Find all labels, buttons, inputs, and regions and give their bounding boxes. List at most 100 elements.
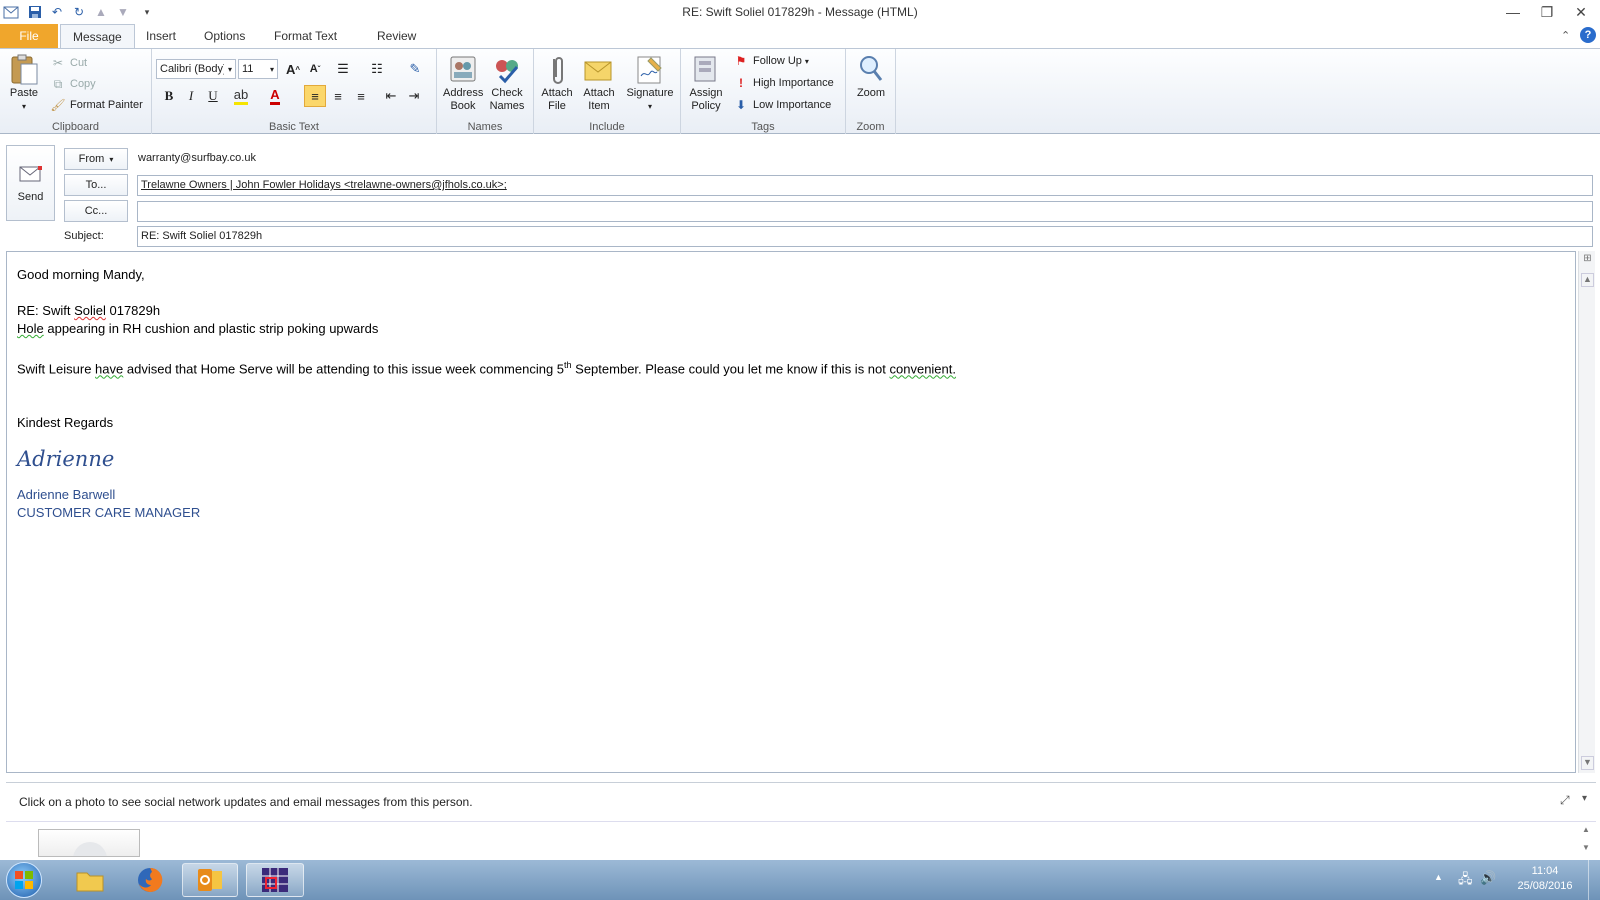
shrink-font-icon[interactable]: Aˇ [304,58,326,80]
copy-label: Copy [70,78,96,90]
paintbrush-icon: 🖌 [50,98,66,112]
address-book-button[interactable]: Address Book [441,53,485,113]
to-field[interactable]: Trelawne Owners | John Fowler Holidays <… [137,175,1593,196]
bullets-icon[interactable]: ☰ [332,58,354,80]
network-icon[interactable]: 🖧 [1458,870,1473,892]
cc-field[interactable] [137,201,1593,222]
copy-icon: ⧉ [53,76,63,91]
outlook-taskbar-button[interactable] [182,863,238,897]
bold-button[interactable]: B [158,85,180,107]
attach-file-button[interactable]: Attach File [536,53,578,113]
ruler-toggle-icon[interactable]: ⊞ [1581,253,1594,266]
restore-button[interactable]: ❐ [1532,2,1562,22]
numbering-icon[interactable]: ☷ [366,58,388,80]
format-painter-button[interactable]: 🖌 Format Painter [50,95,142,115]
help-icon[interactable]: ? [1580,27,1596,43]
tab-format-text[interactable]: Format Text [262,24,349,48]
font-color-icon[interactable]: A [264,85,286,107]
tab-options[interactable]: Options [192,24,257,48]
issue-line: Hole appearing in RH cushion and plastic… [17,321,379,336]
clipboard-group: Paste ▾ ✂ Cut ⧉ Copy 🖌 Format Painter Clipb… [0,49,152,135]
scroll-down-icon[interactable]: ▼ [1581,756,1594,770]
paste-button[interactable]: Paste ▾ [6,53,42,113]
assign-policy-label: Assign Policy [689,87,723,112]
basic-text-group-label: Basic Text [269,121,319,133]
grow-font-icon[interactable]: A ^ [282,58,304,80]
show-hidden-icons[interactable]: ▲ [1434,872,1443,882]
start-button[interactable] [6,862,42,898]
subject-field[interactable]: RE: Swift Soliel 017829h [137,226,1593,247]
attach-item-label: Attach Item [583,87,615,112]
low-importance-label: Low Importance [753,99,832,111]
align-left-icon[interactable]: ≡ [304,85,326,107]
expand-pane-icon[interactable]: ⤢ [1560,793,1570,808]
signature-button[interactable]: Signature ▾ [622,53,678,113]
cut-button[interactable]: ✂ Cut [50,53,87,73]
names-group-label: Names [467,121,503,133]
explorer-taskbar-button[interactable] [62,863,118,897]
flag-icon: ⚑ [735,54,747,68]
to-button[interactable]: To... [64,174,128,196]
tab-message[interactable]: Message [60,24,135,49]
low-importance-button[interactable]: ⬇ Low Importance [733,95,831,115]
underline-button[interactable]: U [202,85,224,107]
clock-time: 11:04 [1531,865,1559,877]
contact-photo[interactable] [38,829,140,857]
high-importance-label: High Importance [753,77,834,89]
font-size-value: 11 [242,63,254,75]
tags-group: Assign Policy ⚑ Follow Up ▾ ! High Importan… [681,49,846,135]
clock[interactable]: 11:04 25/08/2016 [1510,864,1580,894]
clear-formatting-icon[interactable]: ✎ [404,58,426,80]
paste-icon [8,53,40,85]
firefox-taskbar-button[interactable] [122,863,178,897]
volume-icon[interactable]: 🔊 [1480,870,1496,886]
to-recipient: Trelawne Owners | John Fowler Holidays <… [141,179,507,191]
signature-icon [634,53,666,85]
assign-policy-button[interactable]: Assign Policy [685,53,727,113]
high-importance-button[interactable]: ! High Importance [733,73,834,93]
app-taskbar-button[interactable] [246,863,304,897]
font-size-select[interactable]: 11 ▾ [238,59,278,79]
collapse-pane-icon[interactable]: ▾ [1582,793,1587,804]
italic-button[interactable]: I [180,85,202,107]
check-names-button[interactable]: Check Names [485,53,529,113]
tags-group-label: Tags [751,121,775,133]
attach-item-button[interactable]: Attach Item [578,53,620,113]
close-button[interactable]: ✕ [1566,2,1596,22]
scroll-up-icon[interactable]: ▲ [1581,273,1594,287]
pane-scroll-down-icon[interactable]: ▼ [1582,843,1590,852]
check-names-label: Check Names [489,87,525,112]
from-button[interactable]: From ▾ [64,148,128,170]
re-line: RE: Swift Soliel 017829h [17,303,161,318]
align-right-icon[interactable]: ≡ [350,85,372,107]
ribbon-tabs: File Message Insert Options Format Text … [0,24,1600,49]
down-arrow-icon: ⬇ [735,98,747,112]
cut-label: Cut [70,57,88,69]
decrease-indent-icon[interactable]: ⇤ [380,85,402,107]
font-name-select[interactable]: Calibri (Body) ▾ [156,59,236,79]
signature-name: Adrienne Barwell [17,487,116,503]
check-names-icon [491,53,523,85]
body-scrollbar[interactable]: ⊞ ▲ ▼ [1578,251,1595,773]
tab-review[interactable]: Review [365,24,428,48]
tab-file[interactable]: File [0,24,58,48]
tab-insert[interactable]: Insert [134,24,188,48]
signature-title: CUSTOMER CARE MANAGER [17,505,201,521]
message-body-text[interactable]: Good morning Mandy, RE: Swift Soliel 017… [17,266,1517,522]
zoom-button[interactable]: Zoom [850,53,892,100]
basic-text-group: Calibri (Body) ▾ 11 ▾ A ^ Aˇ ☰ ☷ ✎ B I U ab… [152,49,437,135]
grid-app-icon [262,868,288,892]
send-label: Send [17,190,44,203]
copy-button[interactable]: ⧉ Copy [50,74,96,94]
show-desktop-button[interactable] [1588,860,1600,900]
taskbar: ▲ 🖧 🔊 11:04 25/08/2016 [0,860,1600,900]
minimize-button[interactable]: — [1498,2,1528,22]
cc-button[interactable]: Cc... [64,200,128,222]
increase-indent-icon[interactable]: ⇥ [403,85,425,107]
pane-scroll-up-icon[interactable]: ▲ [1582,825,1590,834]
align-center-icon[interactable]: ≡ [327,85,349,107]
follow-up-button[interactable]: ⚑ Follow Up ▾ [733,51,809,71]
highlight-icon[interactable]: ab [230,85,252,107]
send-button[interactable]: Send [6,145,55,221]
minimize-ribbon-icon[interactable]: ⌃ [1561,29,1570,42]
